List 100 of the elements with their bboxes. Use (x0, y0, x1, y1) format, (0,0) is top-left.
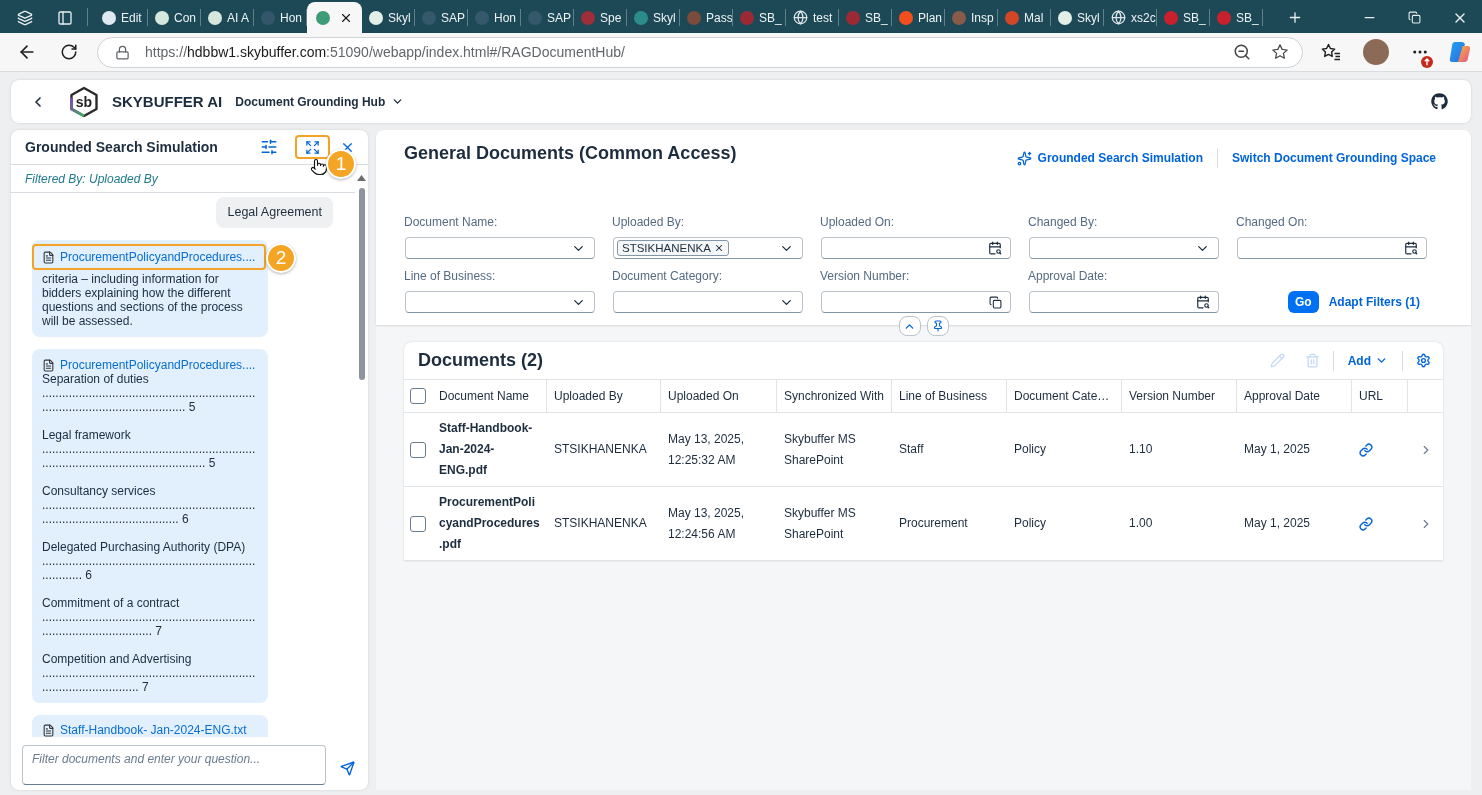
row-checkbox[interactable] (410, 515, 426, 532)
browser-tab[interactable]: SB_ (1210, 2, 1263, 33)
browser-tab[interactable]: Con (148, 2, 201, 33)
column-header: Uploaded On (661, 380, 777, 412)
table-cell-text: 1.10 (1128, 441, 1154, 458)
browser-tab[interactable]: Spe (574, 2, 627, 33)
browser-tab[interactable]: SB_ (839, 2, 892, 33)
profile-avatar[interactable] (1363, 39, 1389, 65)
column-header: Uploaded By (547, 380, 661, 412)
browser-tab[interactable]: Hon (254, 2, 307, 33)
browser-tab[interactable]: SAP (415, 2, 468, 33)
date-field[interactable] (821, 237, 1011, 259)
header-link[interactable]: Switch Document Grounding Space (1231, 151, 1436, 165)
filter-token[interactable]: STSIKHANENKA (617, 240, 729, 256)
adapt-filters-link[interactable]: Adapt Filters (1) (1328, 291, 1420, 313)
brand-name: SKYBUFFER AI (112, 93, 223, 110)
document-icon (42, 358, 55, 372)
panel-title: Grounded Search Simulation (25, 139, 219, 155)
value-help-field[interactable] (821, 291, 1011, 313)
browser-tab[interactable]: Insp (945, 2, 998, 33)
restore-icon[interactable] (1408, 11, 1421, 24)
layers-icon[interactable] (17, 9, 33, 26)
table-cell-text: May 13, 2025, 12:24:56 AM (667, 504, 746, 543)
field-label: Version Number: (820, 269, 911, 283)
scroll-up-arrow-icon[interactable] (357, 175, 366, 181)
table-cell-text: Staff (898, 441, 925, 458)
column-header: Document Name (432, 380, 547, 412)
date-field[interactable] (1029, 291, 1219, 313)
scrollbar-thumb[interactable] (358, 188, 365, 380)
zoom-out-icon[interactable] (1233, 43, 1251, 61)
row-checkbox[interactable] (410, 441, 426, 458)
collapse-header-button[interactable] (898, 316, 921, 336)
go-button[interactable]: Go (1288, 291, 1319, 313)
copy-icon[interactable] (989, 295, 1002, 309)
expand-icon[interactable] (305, 139, 320, 155)
browser-tab[interactable] (307, 2, 362, 33)
github-icon[interactable] (1431, 93, 1448, 110)
app-menu-button[interactable]: Document Grounding Hub (235, 94, 405, 109)
add-button[interactable]: Add (1339, 347, 1396, 374)
column-header: Line of Business (892, 380, 1007, 412)
calendar-search-icon[interactable] (1404, 241, 1418, 255)
table-cell-text: Policy (1013, 515, 1047, 532)
dropdown-field[interactable] (613, 291, 803, 313)
table-cell-text: Skybuffer MS SharePoint (783, 504, 857, 543)
browser-tab[interactable]: SB_ (1157, 2, 1210, 33)
column-header: URL (1352, 380, 1408, 412)
table-cell-text: Staff-Handbook-Jan-2024-ENG.pdf (438, 420, 534, 479)
dropdown-field[interactable] (1029, 237, 1219, 259)
source-link[interactable]: ProcurementPolicyandProcedures.... (42, 250, 256, 264)
address-bar[interactable]: https://hdbbw1.skybuffer.com:51090/webapp/index.html#/RAGDocumentHub/ (97, 36, 1303, 68)
plus-icon[interactable] (1287, 9, 1303, 26)
sliders-icon[interactable] (260, 138, 278, 156)
remove-icon[interactable] (713, 243, 724, 253)
table-cell-text: May 13, 2025, 12:25:32 AM (667, 430, 746, 469)
sparkle-icon (1016, 150, 1032, 166)
browser-tab[interactable]: Plan (892, 2, 945, 33)
star-icon[interactable] (1271, 43, 1289, 61)
header-link[interactable]: Grounded Search Simulation (1016, 150, 1203, 166)
date-field[interactable] (1237, 237, 1427, 259)
send-icon[interactable] (340, 761, 355, 776)
browser-tab[interactable]: Pass (680, 2, 733, 33)
calendar-search-icon[interactable] (1196, 295, 1210, 309)
question-bubble: Legal Agreement (216, 197, 333, 228)
browser-tab[interactable]: Skyl (1051, 2, 1104, 33)
calendar-search-icon[interactable] (988, 241, 1002, 255)
browser-tab[interactable]: xs2c (1104, 2, 1157, 33)
browser-tab[interactable]: SAP (521, 2, 574, 33)
dropdown-field[interactable] (405, 237, 595, 259)
lock-icon[interactable] (115, 44, 130, 60)
table-cell-text: 1.00 (1128, 515, 1154, 532)
link-icon[interactable] (1359, 442, 1373, 457)
answer-text: Legal framework ................................................................................................................. 5 (42, 428, 257, 470)
browser-tab[interactable]: Hon (468, 2, 521, 33)
favorites-icon[interactable] (1321, 43, 1341, 61)
source-link[interactable]: Staff-Handbook- Jan-2024-ENG.txt (42, 723, 258, 737)
field-label: Changed By: (1028, 215, 1099, 229)
table-cell-text: Policy (1013, 441, 1047, 458)
reload-icon[interactable] (60, 43, 78, 61)
source-link[interactable]: ProcurementPolicyandProcedures.... (42, 358, 258, 372)
update-badge-icon (1421, 56, 1433, 68)
pin-header-button[interactable] (926, 316, 949, 336)
document-icon (42, 723, 55, 737)
browser-tab[interactable]: Edit (95, 2, 148, 33)
browser-tab[interactable]: test (786, 2, 839, 33)
browser-tab[interactable]: Skyl (627, 2, 680, 33)
select-all-checkbox[interactable] (410, 388, 426, 404)
sidebar-panel-icon[interactable] (57, 9, 73, 26)
link-icon[interactable] (1359, 516, 1373, 531)
column-header: Document Cate… (1007, 380, 1122, 412)
globe-icon (793, 10, 808, 25)
multi-select-field[interactable]: STSIKHANENKA (613, 237, 803, 259)
app-logo-icon[interactable] (1449, 41, 1471, 63)
browser-tab[interactable]: Skyl (362, 2, 415, 33)
browser-tab[interactable]: SB_ (733, 2, 786, 33)
dropdown-field[interactable] (405, 291, 595, 313)
browser-tab[interactable]: Mal (998, 2, 1051, 33)
browser-tab[interactable]: AI A (201, 2, 254, 33)
brand-logo: sb (68, 85, 100, 118)
table-title: Documents (2) (418, 350, 544, 371)
question-input[interactable]: Filter documents and enter your question... (22, 745, 326, 785)
